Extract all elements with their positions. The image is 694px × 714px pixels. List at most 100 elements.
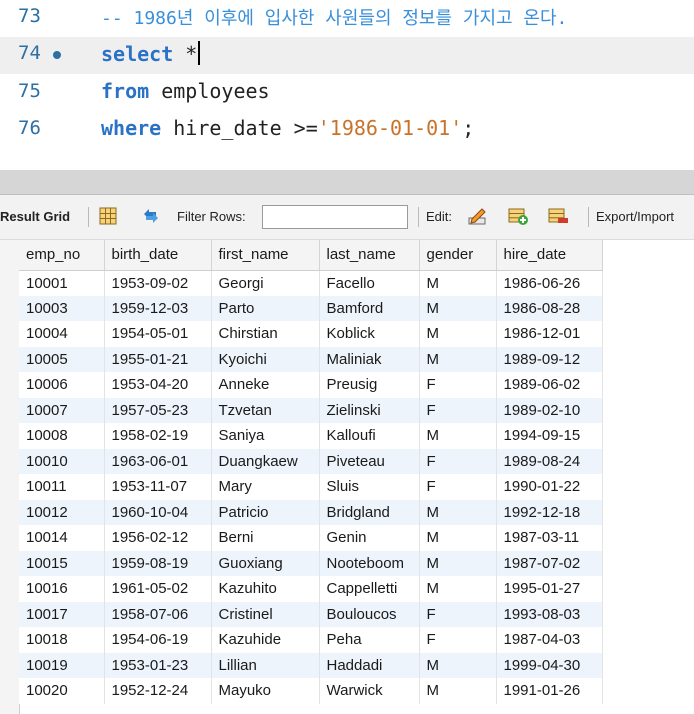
cell-last-name[interactable]: Nooteboom bbox=[319, 550, 420, 576]
cell-birth-date[interactable]: 1954-05-01 bbox=[104, 321, 212, 347]
cell-emp-no[interactable]: 10001 bbox=[19, 270, 105, 296]
cell-gender[interactable]: M bbox=[419, 652, 497, 678]
filter-rows-input[interactable] bbox=[262, 205, 408, 229]
cell-first-name[interactable]: Mary bbox=[211, 474, 320, 500]
table-row[interactable]: 10012 1960-10-04 Patricio Bridgland M 1992-12… bbox=[19, 499, 603, 525]
cell-hire-date[interactable]: 1989-06-02 bbox=[496, 372, 603, 398]
cell-hire-date[interactable]: 1993-08-03 bbox=[496, 601, 603, 627]
cell-hire-date[interactable]: 1995-01-27 bbox=[496, 576, 603, 602]
cell-birth-date[interactable]: 1957-05-23 bbox=[104, 397, 212, 423]
code-text[interactable]: where hire_date >='1986-01-01'; bbox=[101, 116, 474, 140]
cell-hire-date[interactable]: 1992-12-18 bbox=[496, 499, 603, 525]
cell-first-name[interactable]: Duangkaew bbox=[211, 448, 320, 474]
cell-hire-date[interactable]: 1986-08-28 bbox=[496, 295, 603, 321]
table-row[interactable]: 10014 1956-02-12 Berni Genin M 1987-03-11 bbox=[19, 525, 603, 551]
cell-gender[interactable]: F bbox=[419, 448, 497, 474]
cell-hire-date[interactable]: 1986-06-26 bbox=[496, 270, 603, 296]
cell-birth-date[interactable]: 1953-09-02 bbox=[104, 270, 212, 296]
cell-emp-no[interactable]: 10018 bbox=[19, 627, 105, 653]
cell-birth-date[interactable]: 1958-07-06 bbox=[104, 601, 212, 627]
cell-emp-no[interactable]: 10007 bbox=[19, 397, 105, 423]
cell-first-name[interactable]: Georgi bbox=[211, 270, 320, 296]
cell-birth-date[interactable]: 1960-10-04 bbox=[104, 499, 212, 525]
cell-gender[interactable]: M bbox=[419, 295, 497, 321]
cell-last-name[interactable]: Bouloucos bbox=[319, 601, 420, 627]
cell-last-name[interactable]: Maliniak bbox=[319, 346, 420, 372]
cell-gender[interactable]: F bbox=[419, 601, 497, 627]
code-text[interactable]: from employees bbox=[101, 79, 270, 103]
table-row[interactable]: 10004 1954-05-01 Chirstian Koblick M 1986-12-… bbox=[19, 321, 603, 347]
editor-line-73[interactable]: 73 -- 1986년 이후에 입사한 사원들의 정보를 가지고 온다. bbox=[0, 0, 694, 37]
cell-hire-date[interactable]: 1987-03-11 bbox=[496, 525, 603, 551]
column-header-gender[interactable]: gender bbox=[419, 240, 497, 271]
cell-first-name[interactable]: Cristinel bbox=[211, 601, 320, 627]
cell-hire-date[interactable]: 1990-01-22 bbox=[496, 474, 603, 500]
cell-birth-date[interactable]: 1958-02-19 bbox=[104, 423, 212, 449]
cell-hire-date[interactable]: 1986-12-01 bbox=[496, 321, 603, 347]
grid-layout-icon[interactable] bbox=[97, 205, 119, 227]
cell-birth-date[interactable]: 1954-06-19 bbox=[104, 627, 212, 653]
cell-hire-date[interactable]: 1989-02-10 bbox=[496, 397, 603, 423]
cell-first-name[interactable]: Anneke bbox=[211, 372, 320, 398]
cell-gender[interactable]: M bbox=[419, 346, 497, 372]
column-header-first-name[interactable]: first_name bbox=[211, 240, 320, 271]
delete-row-icon[interactable] bbox=[547, 205, 569, 227]
panel-splitter[interactable] bbox=[0, 170, 694, 195]
cell-emp-no[interactable]: 10010 bbox=[19, 448, 105, 474]
cell-hire-date[interactable]: 1991-01-26 bbox=[496, 678, 603, 704]
table-row[interactable]: 10001 1953-09-02 Georgi Facello M 1986-06-26 bbox=[19, 270, 603, 296]
cell-gender[interactable]: F bbox=[419, 372, 497, 398]
cell-first-name[interactable]: Patricio bbox=[211, 499, 320, 525]
cell-first-name[interactable]: Tzvetan bbox=[211, 397, 320, 423]
cell-gender[interactable]: M bbox=[419, 550, 497, 576]
cell-last-name[interactable]: Koblick bbox=[319, 321, 420, 347]
cell-hire-date[interactable]: 1989-08-24 bbox=[496, 448, 603, 474]
table-row[interactable]: 10020 1952-12-24 Mayuko Warwick M 1991-01-26 bbox=[19, 678, 603, 704]
cell-birth-date[interactable]: 1953-04-20 bbox=[104, 372, 212, 398]
cell-gender[interactable]: F bbox=[419, 627, 497, 653]
cell-birth-date[interactable]: 1959-08-19 bbox=[104, 550, 212, 576]
cell-emp-no[interactable]: 10008 bbox=[19, 423, 105, 449]
code-text[interactable]: -- 1986년 이후에 입사한 사원들의 정보를 가지고 온다. bbox=[101, 4, 567, 30]
column-header-hire-date[interactable]: hire_date bbox=[496, 240, 603, 271]
cell-gender[interactable]: M bbox=[419, 423, 497, 449]
cell-first-name[interactable]: Guoxiang bbox=[211, 550, 320, 576]
add-row-icon[interactable] bbox=[507, 205, 529, 227]
cell-gender[interactable]: F bbox=[419, 397, 497, 423]
cell-first-name[interactable]: Saniya bbox=[211, 423, 320, 449]
cell-last-name[interactable]: Kalloufi bbox=[319, 423, 420, 449]
cell-last-name[interactable]: Piveteau bbox=[319, 448, 420, 474]
cell-gender[interactable]: M bbox=[419, 576, 497, 602]
cell-last-name[interactable]: Preusig bbox=[319, 372, 420, 398]
cell-first-name[interactable]: Berni bbox=[211, 525, 320, 551]
cell-gender[interactable]: M bbox=[419, 525, 497, 551]
cell-emp-no[interactable]: 10004 bbox=[19, 321, 105, 347]
result-grid-tab[interactable]: Result Grid bbox=[0, 209, 70, 224]
cell-first-name[interactable]: Lillian bbox=[211, 652, 320, 678]
cell-last-name[interactable]: Genin bbox=[319, 525, 420, 551]
cell-gender[interactable]: M bbox=[419, 678, 497, 704]
cell-last-name[interactable]: Bamford bbox=[319, 295, 420, 321]
cell-gender[interactable]: M bbox=[419, 270, 497, 296]
table-row[interactable]: 10003 1959-12-03 Parto Bamford M 1986-08-28 bbox=[19, 295, 603, 321]
table-row[interactable]: 10018 1954-06-19 Kazuhide Peha F 1987-04-03 bbox=[19, 627, 603, 653]
cell-emp-no[interactable]: 10003 bbox=[19, 295, 105, 321]
cell-first-name[interactable]: Chirstian bbox=[211, 321, 320, 347]
cell-emp-no[interactable]: 10011 bbox=[19, 474, 105, 500]
table-row[interactable]: 10011 1953-11-07 Mary Sluis F 1990-01-22 bbox=[19, 474, 603, 500]
cell-hire-date[interactable]: 1989-09-12 bbox=[496, 346, 603, 372]
table-row[interactable]: 10017 1958-07-06 Cristinel Bouloucos F 1993-0… bbox=[19, 601, 603, 627]
table-row[interactable]: 10015 1959-08-19 Guoxiang Nooteboom M 1987-07… bbox=[19, 550, 603, 576]
table-row[interactable]: 10007 1957-05-23 Tzvetan Zielinski F 1989-02-… bbox=[19, 397, 603, 423]
editor-line-74[interactable]: 74 select * bbox=[0, 37, 694, 74]
editor-line-76[interactable]: 76 where hire_date >='1986-01-01'; bbox=[0, 112, 694, 149]
cell-birth-date[interactable]: 1961-05-02 bbox=[104, 576, 212, 602]
cell-hire-date[interactable]: 1994-09-15 bbox=[496, 423, 603, 449]
table-row[interactable]: 10010 1963-06-01 Duangkaew Piveteau F 1989-08… bbox=[19, 448, 603, 474]
cell-emp-no[interactable]: 10005 bbox=[19, 346, 105, 372]
cell-birth-date[interactable]: 1956-02-12 bbox=[104, 525, 212, 551]
cell-emp-no[interactable]: 10014 bbox=[19, 525, 105, 551]
cell-birth-date[interactable]: 1955-01-21 bbox=[104, 346, 212, 372]
cell-emp-no[interactable]: 10016 bbox=[19, 576, 105, 602]
cell-gender[interactable]: M bbox=[419, 321, 497, 347]
